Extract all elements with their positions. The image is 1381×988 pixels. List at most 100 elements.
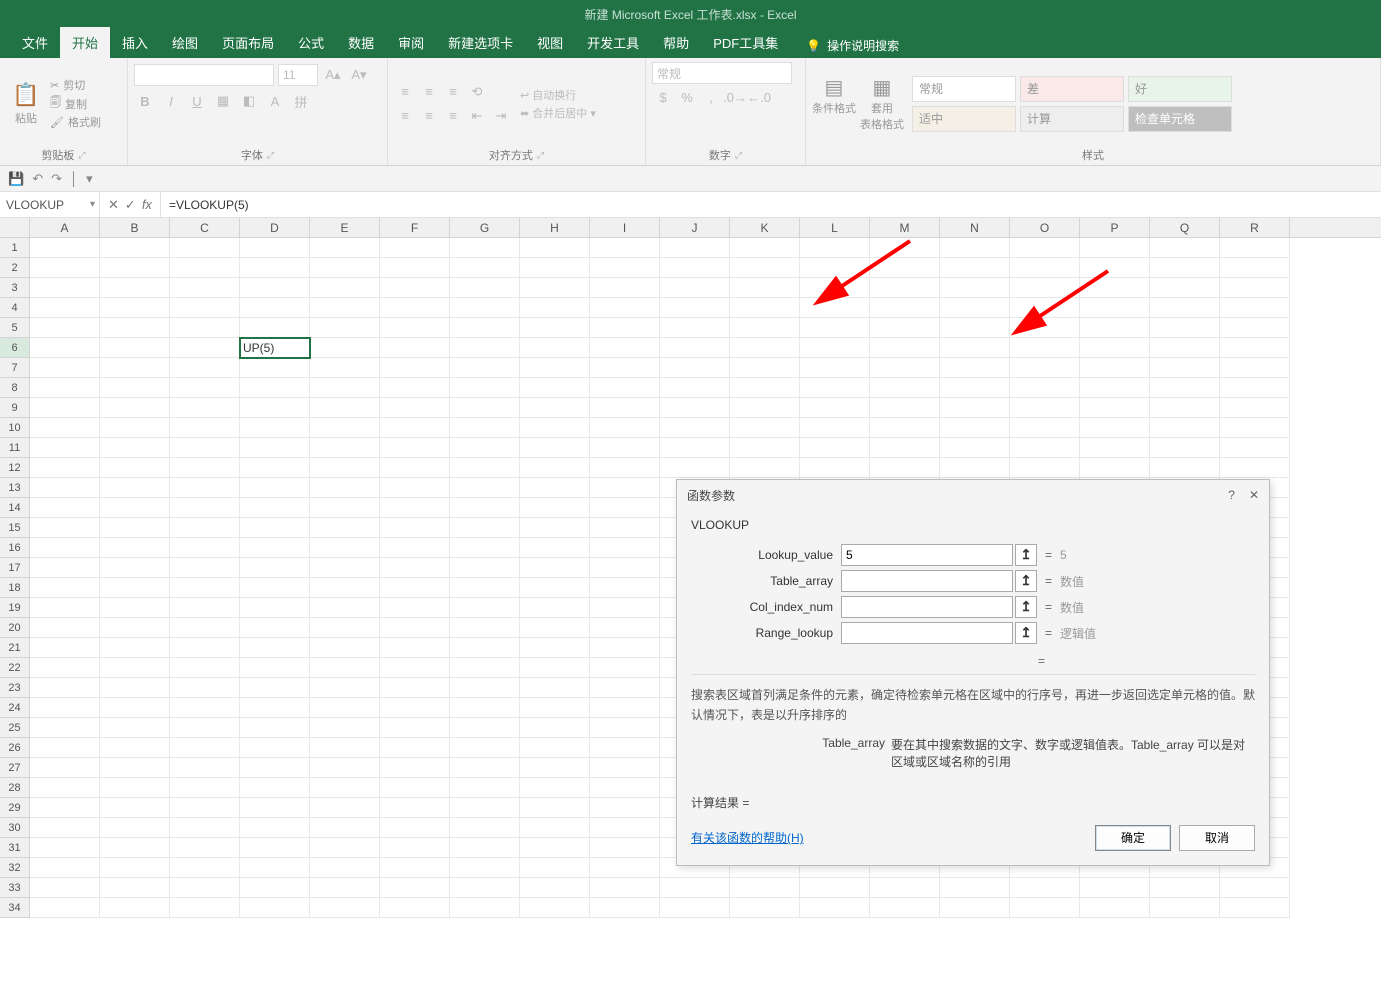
fill-color-button[interactable]: ◧ — [238, 90, 260, 112]
cell-K9[interactable] — [730, 398, 800, 418]
cell-D24[interactable] — [240, 698, 310, 718]
row-header-11[interactable]: 11 — [0, 438, 30, 458]
cell-A5[interactable] — [30, 318, 100, 338]
cell-I8[interactable] — [590, 378, 660, 398]
cell-I3[interactable] — [590, 278, 660, 298]
cell-N6[interactable] — [940, 338, 1010, 358]
cell-H3[interactable] — [520, 278, 590, 298]
cell-F28[interactable] — [380, 778, 450, 798]
cell-B12[interactable] — [100, 458, 170, 478]
cell-E32[interactable] — [310, 858, 380, 878]
row-header-31[interactable]: 31 — [0, 838, 30, 858]
cell-I20[interactable] — [590, 618, 660, 638]
cell-F19[interactable] — [380, 598, 450, 618]
row-header-26[interactable]: 26 — [0, 738, 30, 758]
cell-H26[interactable] — [520, 738, 590, 758]
cell-H19[interactable] — [520, 598, 590, 618]
cell-J12[interactable] — [660, 458, 730, 478]
cell-B32[interactable] — [100, 858, 170, 878]
tab-review[interactable]: 审阅 — [386, 27, 436, 58]
cell-C18[interactable] — [170, 578, 240, 598]
cell-K8[interactable] — [730, 378, 800, 398]
cell-B9[interactable] — [100, 398, 170, 418]
cell-K33[interactable] — [730, 878, 800, 898]
cell-O33[interactable] — [1010, 878, 1080, 898]
cell-F20[interactable] — [380, 618, 450, 638]
column-header-M[interactable]: M — [870, 218, 940, 237]
cell-C26[interactable] — [170, 738, 240, 758]
row-header-7[interactable]: 7 — [0, 358, 30, 378]
cell-P9[interactable] — [1080, 398, 1150, 418]
orientation-button[interactable]: ⟲ — [466, 81, 488, 103]
cell-F13[interactable] — [380, 478, 450, 498]
cell-I17[interactable] — [590, 558, 660, 578]
cell-R34[interactable] — [1220, 898, 1290, 918]
cell-H9[interactable] — [520, 398, 590, 418]
cell-C32[interactable] — [170, 858, 240, 878]
cell-B29[interactable] — [100, 798, 170, 818]
cell-G19[interactable] — [450, 598, 520, 618]
cell-E19[interactable] — [310, 598, 380, 618]
cell-C7[interactable] — [170, 358, 240, 378]
cell-D14[interactable] — [240, 498, 310, 518]
cell-D16[interactable] — [240, 538, 310, 558]
cell-F8[interactable] — [380, 378, 450, 398]
column-header-N[interactable]: N — [940, 218, 1010, 237]
row-header-23[interactable]: 23 — [0, 678, 30, 698]
cell-E9[interactable] — [310, 398, 380, 418]
cell-I34[interactable] — [590, 898, 660, 918]
cell-D18[interactable] — [240, 578, 310, 598]
cell-B17[interactable] — [100, 558, 170, 578]
cell-M6[interactable] — [870, 338, 940, 358]
cell-Q5[interactable] — [1150, 318, 1220, 338]
cell-R6[interactable] — [1220, 338, 1290, 358]
cell-B6[interactable] — [100, 338, 170, 358]
cell-G23[interactable] — [450, 678, 520, 698]
cell-F16[interactable] — [380, 538, 450, 558]
cell-G20[interactable] — [450, 618, 520, 638]
cell-M4[interactable] — [870, 298, 940, 318]
row-header-29[interactable]: 29 — [0, 798, 30, 818]
cell-D33[interactable] — [240, 878, 310, 898]
row-header-14[interactable]: 14 — [0, 498, 30, 518]
row-header-13[interactable]: 13 — [0, 478, 30, 498]
cell-L6[interactable] — [800, 338, 870, 358]
redo-button[interactable]: ↷ — [51, 171, 62, 187]
cell-A1[interactable] — [30, 238, 100, 258]
cell-C22[interactable] — [170, 658, 240, 678]
cell-O1[interactable] — [1010, 238, 1080, 258]
cell-C9[interactable] — [170, 398, 240, 418]
cell-C12[interactable] — [170, 458, 240, 478]
cell-N7[interactable] — [940, 358, 1010, 378]
cell-F6[interactable] — [380, 338, 450, 358]
cell-C28[interactable] — [170, 778, 240, 798]
cell-E12[interactable] — [310, 458, 380, 478]
formula-enter-button[interactable]: ✓ — [125, 197, 136, 213]
tab-draw[interactable]: 绘图 — [160, 27, 210, 58]
row-header-18[interactable]: 18 — [0, 578, 30, 598]
cell-G21[interactable] — [450, 638, 520, 658]
cell-N1[interactable] — [940, 238, 1010, 258]
cell-B26[interactable] — [100, 738, 170, 758]
expand-icon[interactable]: ⤢ — [735, 150, 742, 161]
cell-O6[interactable] — [1010, 338, 1080, 358]
expand-icon[interactable]: ⤢ — [78, 150, 85, 161]
cell-A13[interactable] — [30, 478, 100, 498]
cell-E28[interactable] — [310, 778, 380, 798]
cell-L1[interactable] — [800, 238, 870, 258]
cell-B20[interactable] — [100, 618, 170, 638]
cell-F34[interactable] — [380, 898, 450, 918]
cell-D12[interactable] — [240, 458, 310, 478]
cell-D29[interactable] — [240, 798, 310, 818]
cell-H10[interactable] — [520, 418, 590, 438]
cell-I29[interactable] — [590, 798, 660, 818]
number-format-select[interactable]: 常规 — [652, 62, 792, 84]
cell-E16[interactable] — [310, 538, 380, 558]
cell-F31[interactable] — [380, 838, 450, 858]
cell-E17[interactable] — [310, 558, 380, 578]
cell-I16[interactable] — [590, 538, 660, 558]
cell-D31[interactable] — [240, 838, 310, 858]
cell-E15[interactable] — [310, 518, 380, 538]
row-header-10[interactable]: 10 — [0, 418, 30, 438]
cell-C8[interactable] — [170, 378, 240, 398]
